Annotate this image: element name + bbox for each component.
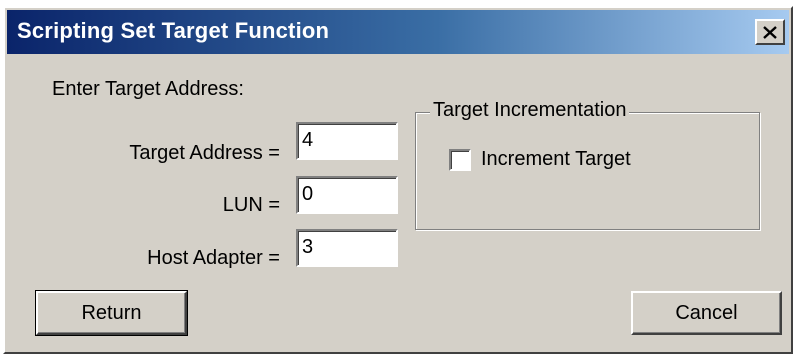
close-button[interactable] [755, 19, 785, 45]
increment-target-label[interactable]: Increment Target [481, 148, 631, 171]
target-incrementation-group: Target Incrementation Increment Target [415, 99, 760, 230]
increment-target-checkbox[interactable] [449, 148, 471, 171]
dialog-window: Scripting Set Target Function Enter Targ… [3, 6, 793, 354]
title-bar[interactable]: Scripting Set Target Function [7, 10, 789, 54]
close-icon [763, 25, 777, 39]
cancel-button[interactable]: Cancel [631, 291, 782, 335]
lun-field[interactable]: 0 [296, 176, 398, 214]
lun-label: LUN = [222, 194, 280, 216]
enter-target-prompt: Enter Target Address: [52, 78, 244, 100]
host-adapter-field[interactable]: 3 [296, 229, 398, 267]
return-button[interactable]: Return [35, 290, 188, 336]
host-adapter-label: Host Adapter = [147, 247, 280, 269]
target-address-label: Target Address = [129, 142, 280, 164]
window-title: Scripting Set Target Function [17, 18, 330, 43]
increment-target-option[interactable]: Increment Target [449, 148, 631, 171]
group-title: Target Incrementation [430, 99, 630, 122]
target-address-field[interactable]: 4 [296, 122, 398, 160]
